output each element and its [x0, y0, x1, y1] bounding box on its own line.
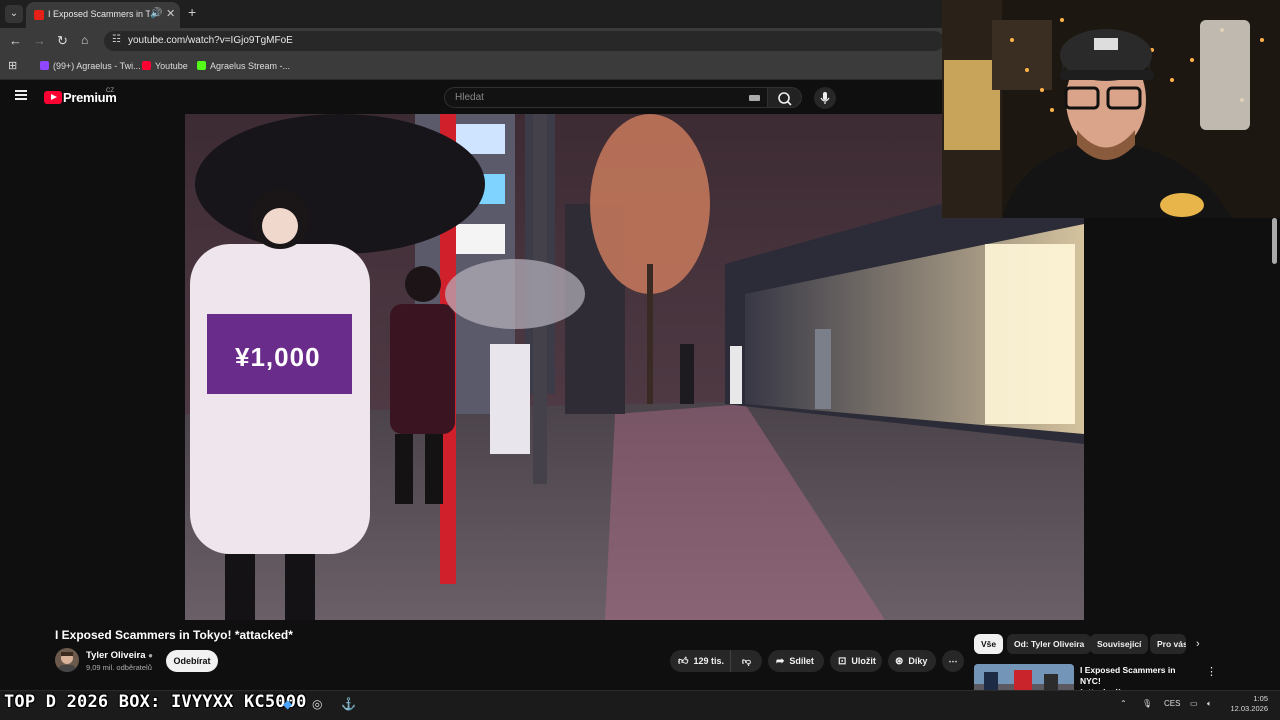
- address-bar[interactable]: ☷ youtube.com/watch?v=IGjo9TgMFoE: [104, 31, 944, 51]
- network-icon[interactable]: ▭: [1190, 699, 1198, 708]
- menu-icon[interactable]: [15, 90, 27, 100]
- promo-overlay-text: TOP D 2026 BOX: IVYYXX KC5000: [4, 692, 307, 712]
- verified-check-circle-icon: ●: [148, 651, 153, 660]
- share-arrow-icon: ➦: [776, 656, 785, 667]
- dislike-button[interactable]: 👎︎: [730, 650, 762, 672]
- forward-arrow-icon[interactable]: →: [33, 33, 46, 48]
- bookmark-label: (99+) Agraelus - Twi...: [53, 61, 141, 71]
- search-input[interactable]: Hledat: [444, 87, 768, 108]
- url-text: youtube.com/watch?v=IGjo9TgMFoE: [128, 35, 293, 46]
- bookmark-twitch[interactable]: (99+) Agraelus - Twi...: [40, 61, 141, 71]
- reload-icon[interactable]: ↻: [57, 33, 68, 49]
- rec-title-line1: I Exposed Scammers in NYC!: [1080, 665, 1176, 686]
- search-button[interactable]: [768, 87, 802, 108]
- tab-title: I Exposed Scammers in Tokyo: [48, 9, 150, 19]
- home-icon[interactable]: ⌂: [81, 33, 88, 47]
- region-code: CZ: [106, 88, 114, 94]
- save-button[interactable]: ⊡ Uložit: [830, 650, 882, 672]
- bookmark-label: Agraelus Stream -...: [210, 61, 291, 71]
- language-indicator[interactable]: CES: [1164, 699, 1180, 708]
- thumbs-up-icon: 👍︎: [678, 656, 689, 667]
- clock-date: 12.03.2026: [1230, 704, 1268, 713]
- tray-microphone-icon[interactable]: 🎙︎: [1142, 699, 1152, 708]
- more-actions-button[interactable]: ⋯: [942, 650, 964, 672]
- bookmark-kick[interactable]: Agraelus Stream -...: [197, 61, 290, 71]
- more-vertical-icon[interactable]: ⋮: [1206, 665, 1217, 678]
- thanks-label: Díky: [908, 656, 928, 666]
- chip-for-you[interactable]: Pro vás: [1150, 634, 1186, 654]
- obs-icon[interactable]: ◎: [312, 697, 322, 711]
- super-thanks-icon: ⊛: [895, 656, 904, 667]
- keyboard-icon[interactable]: [749, 95, 760, 101]
- youtube-icon: [142, 61, 151, 70]
- twitch-icon: [40, 61, 49, 70]
- site-info-icon[interactable]: ☷: [112, 34, 121, 45]
- sign-price-text: ¥1,000: [235, 342, 321, 372]
- thanks-button[interactable]: ⊛ Díky: [888, 650, 936, 672]
- chip-all[interactable]: Vše: [974, 634, 1004, 654]
- volume-icon[interactable]: 🔈︎: [1207, 699, 1212, 709]
- chip-related[interactable]: Související: [1090, 634, 1149, 654]
- search-icon: [778, 92, 792, 106]
- streamer-webcam: [942, 0, 1280, 218]
- like-count: 129 tis.: [693, 656, 724, 666]
- search-placeholder: Hledat: [455, 92, 484, 103]
- share-button[interactable]: ➦ Sdílet: [768, 650, 824, 672]
- audio-playing-icon[interactable]: 🔊: [150, 8, 162, 19]
- bookmark-label: Youtube: [155, 61, 188, 71]
- microphone-icon: [820, 92, 830, 104]
- webcam-overlay: [942, 0, 1280, 218]
- youtube-favicon-icon: [34, 10, 44, 20]
- chevron-right-icon[interactable]: ›: [1196, 638, 1200, 650]
- bookmark-youtube[interactable]: Youtube: [142, 61, 188, 71]
- youtube-logo-icon[interactable]: [44, 91, 62, 104]
- apps-grid-icon[interactable]: ⊞: [8, 59, 17, 72]
- voice-search-button[interactable]: [814, 87, 836, 109]
- app-icon[interactable]: ⚓: [341, 697, 356, 711]
- back-arrow-icon[interactable]: ←: [9, 33, 22, 48]
- page-scrollbar[interactable]: [1272, 218, 1277, 264]
- browser-tab-active[interactable]: I Exposed Scammers in Tokyo 🔊 ✕: [26, 2, 180, 28]
- chip-from-channel[interactable]: Od: Tyler Oliveira: [1007, 634, 1092, 654]
- tab-close-icon[interactable]: ✕: [166, 7, 175, 20]
- tab-search-dropdown-button[interactable]: ⌄: [5, 5, 23, 23]
- clock-time: 1:05: [1253, 694, 1268, 703]
- more-horizontal-icon: ⋯: [948, 656, 958, 666]
- channel-avatar[interactable]: [55, 648, 79, 672]
- channel-name[interactable]: Tyler Oliveira ●: [86, 650, 153, 661]
- share-label: Sdílet: [789, 656, 814, 666]
- channel-name-text: Tyler Oliveira: [86, 650, 146, 661]
- subscribe-button[interactable]: Odebírat: [166, 650, 218, 672]
- subscriber-count: 9,09 mil. odběratelů: [86, 663, 152, 672]
- like-button[interactable]: 👍︎ 129 tis.: [670, 650, 730, 672]
- tray-expand-icon[interactable]: ⌃: [1120, 699, 1127, 708]
- system-clock[interactable]: 1:05 12.03.2026: [1226, 694, 1268, 714]
- steam-icon[interactable]: ◆: [283, 697, 292, 711]
- video-title: I Exposed Scammers in Tokyo! *attacked*: [55, 628, 293, 642]
- thumbs-down-icon: 👎︎: [741, 656, 752, 666]
- bookmark-icon: ⊡: [838, 656, 847, 667]
- save-label: Uložit: [851, 656, 876, 666]
- kick-icon: [197, 61, 206, 70]
- new-tab-icon[interactable]: +: [188, 4, 196, 20]
